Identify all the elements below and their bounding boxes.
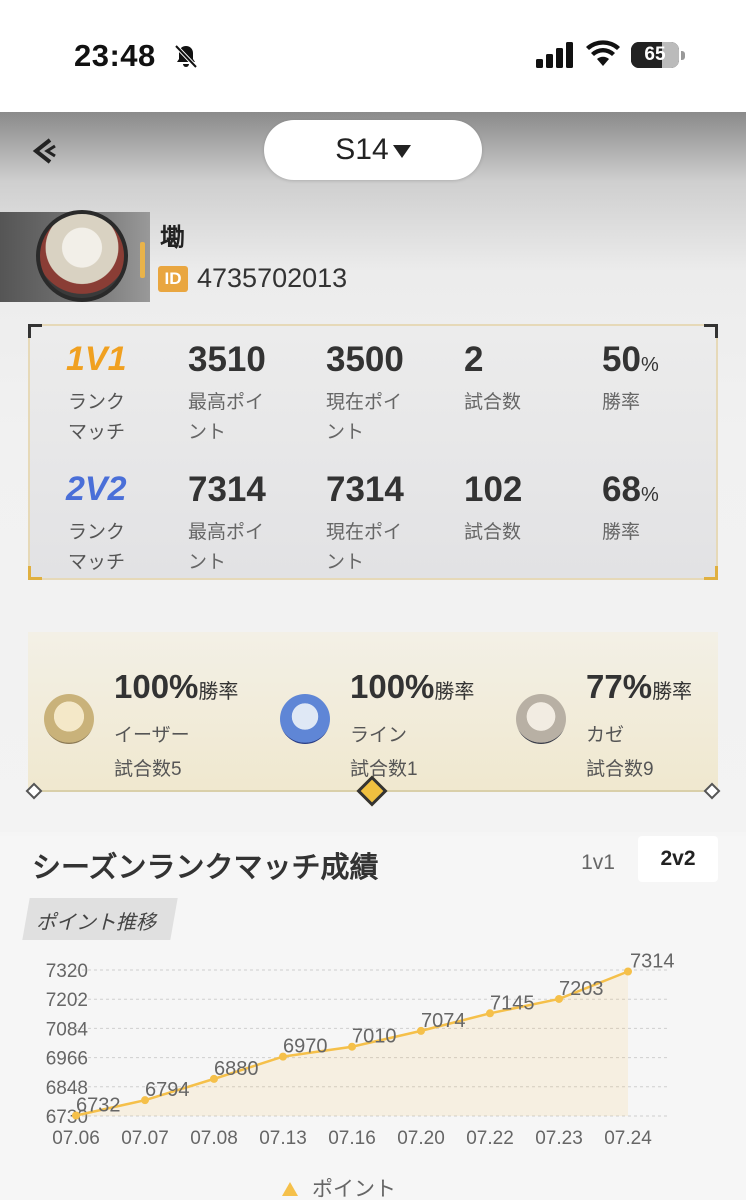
current-points-label: 現在ポイ ント bbox=[326, 392, 403, 443]
battery-icon: 65 bbox=[631, 42, 685, 68]
max-points: 7314 bbox=[188, 470, 266, 509]
character-avatar[interactable] bbox=[44, 694, 94, 744]
mode-badge-2v2: 2V2 bbox=[66, 470, 127, 508]
win-rate: 68% bbox=[602, 470, 659, 509]
mode-label: ランク マッチ bbox=[68, 522, 126, 573]
dropdown-triangle-icon bbox=[392, 144, 411, 158]
character-name: イーザー bbox=[114, 725, 190, 746]
x-tick-label: 07.13 bbox=[259, 1128, 307, 1149]
ranked-row-1v1: 1V1 ランク マッチ 3510 最高ポイ ント 3500 現在ポイ ント 2 … bbox=[30, 336, 720, 456]
data-label: 7145 bbox=[490, 992, 535, 1014]
season-selector[interactable]: S14 bbox=[264, 120, 482, 180]
match-count-label: 試合数 bbox=[464, 392, 522, 413]
diamond-ornament-icon bbox=[703, 782, 721, 800]
match-count: 2 bbox=[464, 340, 484, 379]
y-tick-label: 7320 bbox=[46, 961, 88, 982]
avatar-accent bbox=[140, 242, 145, 278]
data-label: 6970 bbox=[283, 1036, 328, 1058]
character-stats-card: 100%勝率 イーザー 試合数5 100%勝率 ライン 試合数1 77%勝率 カ… bbox=[25, 632, 721, 807]
legend-label: ポイント bbox=[312, 1178, 396, 1200]
y-tick-label: 6966 bbox=[46, 1049, 88, 1070]
wifi-icon bbox=[586, 40, 620, 66]
max-points-label: 最高ポイ ント bbox=[188, 522, 265, 573]
cellular-signal-icon bbox=[536, 42, 573, 68]
y-tick-label: 7202 bbox=[46, 990, 88, 1011]
legend-marker bbox=[282, 1182, 298, 1196]
data-label: 6794 bbox=[145, 1079, 190, 1101]
battery-percent: 65 bbox=[644, 44, 666, 65]
ranked-row-2v2: 2V2 ランク マッチ 7314 最高ポイ ント 7314 現在ポイ ント 10… bbox=[30, 466, 720, 586]
mode-badge-1v1: 1V1 bbox=[66, 340, 127, 378]
season-label: S14 bbox=[335, 133, 389, 166]
diamond-ornament-icon bbox=[25, 782, 43, 800]
x-tick-label: 07.24 bbox=[604, 1128, 652, 1149]
y-tick-label: 7084 bbox=[46, 1019, 89, 1040]
character-name: ライン bbox=[350, 725, 408, 746]
win-rate-label: 勝率 bbox=[602, 392, 641, 413]
status-bar: 23:48 65 bbox=[0, 0, 746, 112]
data-label: 6880 bbox=[214, 1058, 259, 1080]
chart-chip-label: ポイント推移 bbox=[36, 912, 156, 934]
current-points-label: 現在ポイ ント bbox=[326, 522, 403, 573]
win-rate-label: 勝率 bbox=[602, 522, 641, 543]
character-win-rate: 77%勝率 bbox=[586, 668, 693, 705]
data-label: 6732 bbox=[76, 1095, 121, 1117]
avatar[interactable] bbox=[36, 210, 128, 302]
x-tick-label: 07.23 bbox=[535, 1128, 583, 1149]
player-name: 墈 bbox=[160, 224, 186, 252]
character-match-count: 試合数9 bbox=[586, 759, 654, 780]
status-time: 23:48 bbox=[74, 38, 156, 73]
player-id: 4735702013 bbox=[197, 263, 348, 293]
data-label: 7010 bbox=[352, 1026, 397, 1048]
x-tick-label: 07.16 bbox=[328, 1128, 376, 1149]
ranked-stats-card: 1V1 ランク マッチ 3510 最高ポイ ント 3500 現在ポイ ント 2 … bbox=[28, 324, 718, 580]
profile-area: S14 墈 ID 4735702013 1V1 ランク マッチ 3510 最高ポ… bbox=[0, 112, 746, 832]
bell-muted-icon bbox=[174, 44, 198, 69]
character-match-count: 試合数5 bbox=[114, 759, 182, 780]
x-tick-label: 07.07 bbox=[121, 1128, 169, 1149]
match-count-label: 試合数 bbox=[464, 522, 522, 543]
id-badge: ID bbox=[158, 266, 188, 292]
data-label: 7074 bbox=[421, 1010, 466, 1032]
mode-label: ランク マッチ bbox=[68, 392, 126, 443]
max-points-label: 最高ポイ ント bbox=[188, 392, 265, 443]
match-count: 102 bbox=[464, 470, 523, 509]
character-name: カゼ bbox=[586, 725, 625, 746]
x-tick-label: 07.20 bbox=[397, 1128, 445, 1149]
data-label: 7203 bbox=[559, 978, 604, 1000]
character-win-rate: 100%勝率 bbox=[114, 668, 239, 705]
max-points: 3510 bbox=[188, 340, 266, 379]
current-points: 7314 bbox=[326, 470, 404, 509]
tab-2v2[interactable]: 2v2 bbox=[638, 836, 718, 882]
tab-1v1[interactable]: 1v1 bbox=[568, 840, 628, 886]
current-points: 3500 bbox=[326, 340, 404, 379]
section-title: シーズンランクマッチ成績 bbox=[32, 852, 379, 884]
character-avatar[interactable] bbox=[280, 694, 330, 744]
x-tick-label: 07.06 bbox=[52, 1128, 100, 1149]
season-results-section: シーズンランクマッチ成績 1v1 2v2 ポイント推移 7320 7202 7084… bbox=[0, 836, 746, 1200]
character-win-rate: 100%勝率 bbox=[350, 668, 475, 705]
back-arrow-icon[interactable] bbox=[28, 136, 58, 166]
character-avatar[interactable] bbox=[516, 694, 566, 744]
x-tick-label: 07.22 bbox=[466, 1128, 514, 1149]
points-line-chart: 7320720270846966684867306732679468806970… bbox=[46, 950, 675, 1200]
win-rate: 50% bbox=[602, 340, 659, 379]
x-tick-label: 07.08 bbox=[190, 1128, 238, 1149]
data-label: 7314 bbox=[630, 950, 675, 972]
character-match-count: 試合数1 bbox=[350, 759, 418, 780]
